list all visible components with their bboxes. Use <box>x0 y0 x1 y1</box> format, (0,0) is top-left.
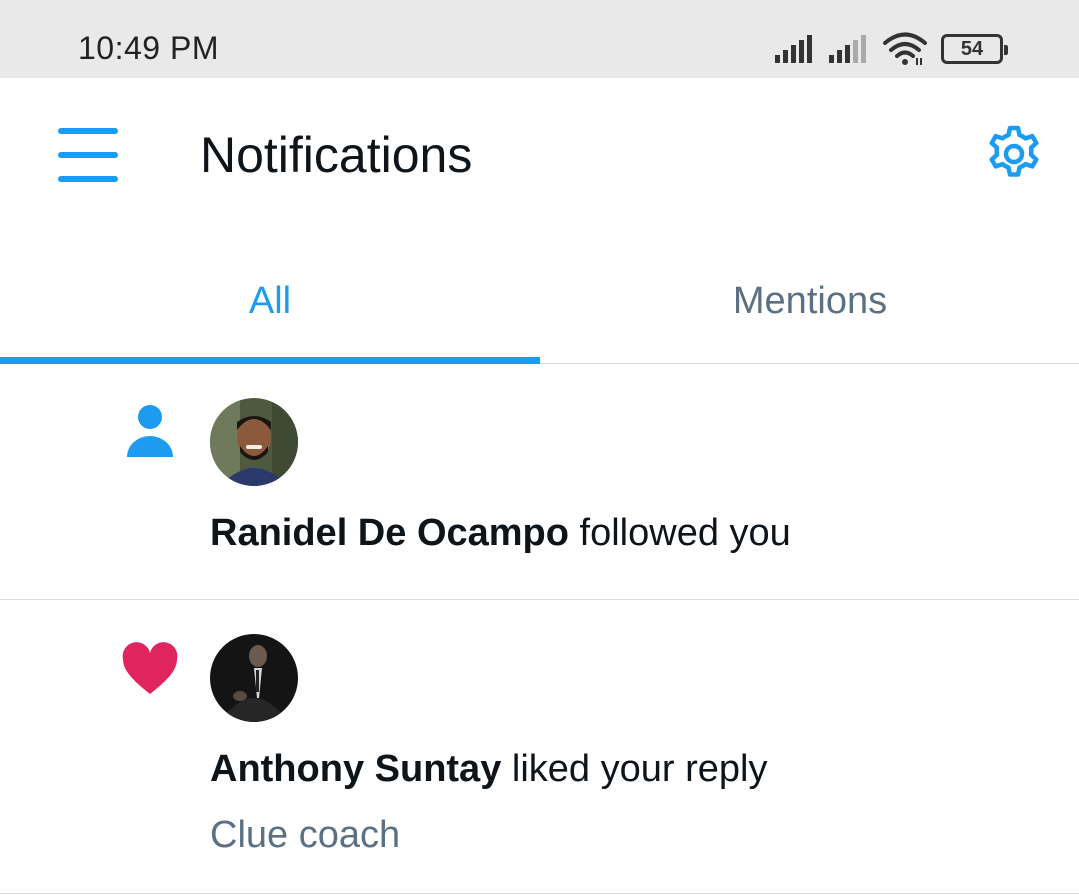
app-bar: Notifications <box>0 78 1079 238</box>
tab-mentions[interactable]: Mentions <box>540 238 1079 364</box>
gear-icon[interactable] <box>984 124 1044 184</box>
tab-all[interactable]: All <box>0 238 540 364</box>
person-icon <box>127 405 173 457</box>
heart-icon <box>122 642 178 694</box>
battery-icon: 54 <box>941 34 1008 64</box>
active-tab-indicator <box>0 357 540 364</box>
signal-icon <box>829 35 866 63</box>
tab-bar: All Mentions <box>0 238 1079 364</box>
status-bar: 10:49 PM 54 <box>0 0 1079 78</box>
notification-action: followed you <box>579 512 791 554</box>
battery-level: 54 <box>960 37 984 60</box>
tab-mentions-label: Mentions <box>732 279 888 322</box>
avatar[interactable] <box>210 398 298 486</box>
wifi-icon <box>883 32 927 65</box>
hamburger-menu-icon[interactable] <box>58 128 118 182</box>
avatar[interactable] <box>210 634 298 722</box>
notification-user[interactable]: Ranidel De Ocampo <box>210 512 569 554</box>
signal-icon <box>775 35 812 63</box>
notification-item[interactable]: Anthony Suntay liked your reply Clue coa… <box>0 600 1079 894</box>
notification-user[interactable]: Anthony Suntay <box>210 748 501 790</box>
notification-text: Ranidel De Ocampo followed you <box>210 512 791 555</box>
status-time: 10:49 PM <box>78 30 219 66</box>
status-icons: 54 <box>775 32 1008 66</box>
notification-detail: Clue coach <box>210 814 401 856</box>
tab-all-label: All <box>248 279 292 322</box>
page-title: Notifications <box>200 127 473 183</box>
notification-item[interactable]: Ranidel De Ocampo followed you <box>0 364 1079 600</box>
notification-action: liked your reply <box>511 748 768 790</box>
notification-text: Anthony Suntay liked your reply <box>210 748 767 791</box>
